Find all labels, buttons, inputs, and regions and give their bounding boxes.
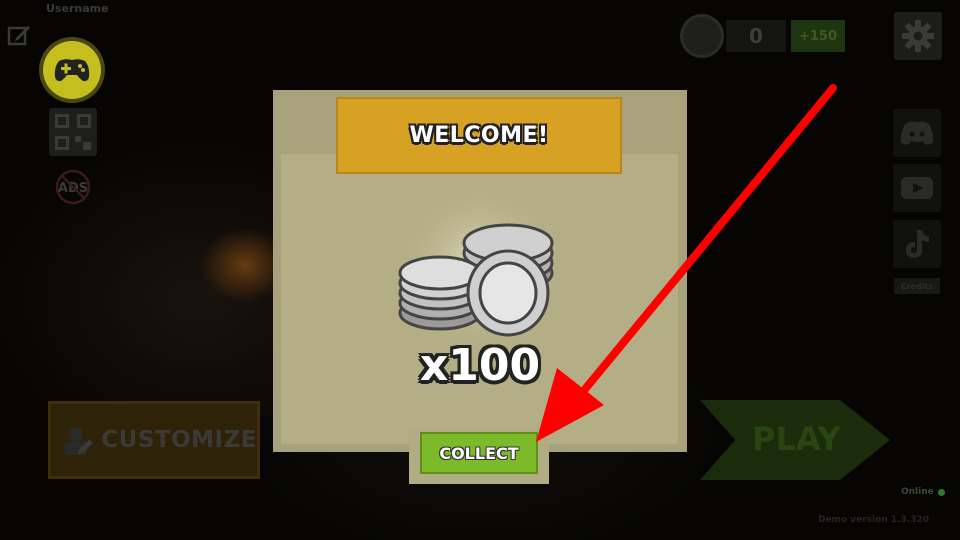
customize-character-icon (64, 427, 93, 455)
collect-label: COLLECT (439, 443, 519, 463)
edit-icon[interactable] (6, 22, 32, 48)
discord-button[interactable] (893, 109, 941, 157)
coin-icon (680, 14, 724, 58)
tiktok-button[interactable] (893, 220, 941, 268)
online-status-label: Online (901, 487, 934, 497)
collect-button[interactable]: COLLECT (420, 432, 538, 474)
credits-button[interactable]: Credits (894, 278, 940, 294)
customize-button[interactable]: CUSTOMIZE (48, 401, 260, 479)
play-label: PLAY (752, 420, 841, 458)
welcome-title: WELCOME! (409, 123, 549, 148)
tiktok-icon (906, 230, 929, 258)
gamepad-button[interactable] (39, 37, 105, 103)
version-label: Demo version 1.3.320 (818, 515, 929, 525)
youtube-icon (901, 177, 933, 199)
gear-icon (902, 20, 934, 52)
reward-amount: x100 (419, 340, 541, 391)
username-label: Username (46, 2, 109, 15)
coin-count: 0 (726, 20, 786, 52)
discord-icon (900, 121, 934, 145)
qr-code-icon (55, 114, 91, 150)
customize-label: CUSTOMIZE (101, 427, 257, 453)
no-ads-icon[interactable]: ADS (54, 168, 92, 206)
settings-button[interactable] (894, 12, 942, 60)
add-coins-button[interactable]: +150 (791, 20, 845, 52)
qr-code-button[interactable] (49, 108, 97, 156)
online-status-dot (938, 489, 945, 496)
welcome-dialog-header: WELCOME! (336, 97, 622, 174)
gamepad-icon (54, 59, 90, 82)
youtube-button[interactable] (893, 164, 941, 212)
silver-coins-icon (395, 183, 565, 348)
